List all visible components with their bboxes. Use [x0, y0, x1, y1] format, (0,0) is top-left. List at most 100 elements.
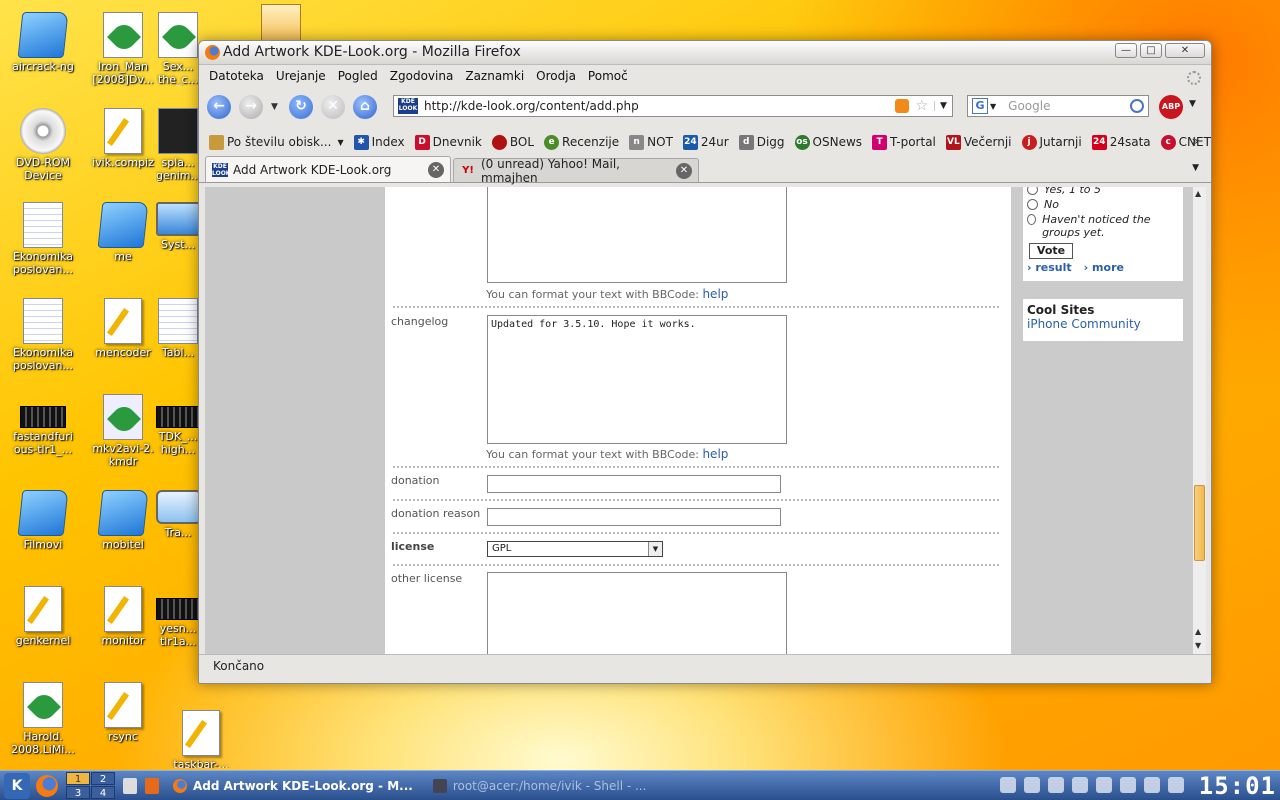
desktop-icon-ironman[interactable]: Iron_Man [2008]Dv... — [80, 12, 166, 86]
radio-button[interactable] — [1027, 214, 1037, 225]
scroll-up-icon[interactable]: ▲ — [1195, 627, 1201, 636]
bookmark-cnet[interactable]: c CNET — [1160, 134, 1211, 150]
desktop-icon-genkernel[interactable]: genkernel — [0, 586, 86, 647]
radio-button[interactable] — [1027, 187, 1038, 195]
description-textarea[interactable] — [487, 187, 787, 283]
menu-orodja[interactable]: Orodja — [536, 69, 576, 83]
poll-option[interactable]: Haven't noticed the groups yet. — [1027, 213, 1179, 239]
app-launcher-icon[interactable] — [145, 777, 159, 794]
more-link[interactable]: › more — [1084, 261, 1124, 274]
desktop-icon-filmovi[interactable]: Filmovi — [0, 490, 86, 551]
close-tab-icon[interactable]: ✕ — [428, 161, 444, 178]
desktop-icon-aircrack[interactable]: aircrack-ng — [0, 12, 86, 73]
desktop-icon-monitor[interactable]: monitor — [80, 586, 166, 647]
bookmark-most-visited[interactable]: Po številu obisk... ▼ — [209, 134, 344, 150]
url-text[interactable]: http://kde-look.org/content/add.php — [424, 99, 895, 113]
tab-yahoo-mail[interactable]: Y! (0 unread) Yahoo! Mail, mmajhen ✕ — [453, 157, 699, 185]
scroll-up-icon[interactable]: ▲ — [1195, 189, 1201, 198]
url-dropdown-icon[interactable]: ▼ — [934, 101, 952, 111]
desktop-icon-ekonomika-2[interactable]: Ekonomika poslovan... — [0, 298, 86, 372]
scroll-down-icon[interactable]: ▼ — [1195, 641, 1201, 650]
bookmark-tportal[interactable]: T T-portal — [872, 134, 936, 150]
desktop-icon-trash[interactable]: Tra... — [156, 490, 200, 539]
bookmark-index[interactable]: ✱ Index — [353, 134, 405, 150]
desktop-icon-taskbar[interactable]: taskbar-... — [158, 710, 244, 768]
bbcode-help-link[interactable]: help — [702, 287, 728, 301]
close-button[interactable]: ✕ — [1165, 43, 1205, 58]
desktop-3[interactable]: 3 — [66, 786, 90, 799]
bookmark-digg[interactable]: d Digg — [738, 134, 785, 150]
bookmarks-overflow-button[interactable]: » — [1192, 134, 1199, 148]
other-license-textarea[interactable] — [487, 572, 787, 654]
engine-dropdown-icon[interactable]: ▼ — [990, 102, 996, 111]
menu-zaznamki[interactable]: Zaznamki — [465, 69, 524, 83]
bookmark-24ur[interactable]: 24 24ur — [682, 134, 729, 150]
bookmark-osnews[interactable]: os OSNews — [794, 134, 862, 150]
desktop-icon-mkv2avi[interactable]: mkv2avi-2. kmdr — [80, 394, 166, 468]
menu-pogled[interactable]: Pogled — [338, 69, 378, 83]
url-bar[interactable]: KDE LOOK http://kde-look.org/content/add… — [393, 95, 953, 117]
firefox-launcher-icon[interactable] — [36, 774, 58, 797]
adblock-icon[interactable]: ABP — [1159, 95, 1183, 119]
vote-button[interactable]: Vote — [1029, 243, 1073, 259]
google-engine-icon[interactable]: G — [972, 98, 988, 114]
tab-list-dropdown-icon[interactable]: ▼ — [1192, 163, 1199, 173]
close-tab-icon[interactable]: ✕ — [676, 162, 692, 179]
poll-option[interactable]: No — [1027, 198, 1179, 211]
klipper-icon[interactable] — [1096, 777, 1112, 793]
bookmark-star-icon[interactable]: ☆ — [915, 98, 928, 114]
k-menu-button[interactable]: K — [4, 772, 30, 799]
menu-zgodovina[interactable]: Zgodovina — [390, 69, 454, 83]
desktop-icon-package[interactable] — [238, 4, 324, 40]
bookmark-bol[interactable]: BOL — [491, 134, 534, 150]
desktop-icon-tdk[interactable]: TDK_... high... — [156, 394, 200, 456]
tab-kde-look[interactable]: KDE LOOK Add Artwork KDE-Look.org ✕ — [205, 156, 451, 182]
desktop-icon-fastandfurious[interactable]: fastandfuri ous-tlr1_... — [0, 394, 86, 456]
desktop-1[interactable]: 1 — [66, 772, 90, 785]
audio-mixer-icon[interactable] — [1048, 777, 1064, 793]
radio-button[interactable] — [1027, 199, 1038, 210]
desktop-icon-me[interactable]: me — [80, 202, 166, 263]
menu-urejanje[interactable]: Urejanje — [276, 69, 326, 83]
desktop-icon-ivik[interactable]: ivik.compiz — [80, 108, 166, 169]
bookmark-24sata[interactable]: 24 24sata — [1091, 134, 1151, 150]
volume-icon[interactable] — [1072, 777, 1088, 793]
search-input[interactable]: Google — [1008, 99, 1130, 113]
search-bar[interactable]: G ▼ Google — [967, 95, 1149, 117]
minimize-button[interactable]: — — [1115, 43, 1137, 58]
desktop-icon-splash[interactable]: spla... genim... — [156, 108, 200, 182]
search-icon[interactable] — [1130, 99, 1144, 113]
notes-icon[interactable] — [1120, 777, 1136, 793]
desktop-icon-harold[interactable]: Harold. 2008.LiMi... — [0, 682, 86, 756]
battery-icon[interactable] — [1168, 777, 1184, 793]
vertical-scrollbar[interactable]: ▲ ▲ ▼ — [1192, 187, 1206, 654]
title-bar[interactable]: Add Artwork KDE-Look.org - Mozilla Firef… — [199, 41, 1211, 65]
forward-icon[interactable]: → — [239, 95, 263, 119]
poll-option[interactable]: Yes, 1 to 5 — [1027, 187, 1179, 196]
changelog-textarea[interactable]: Updated for 3.5.10. Hope it works. — [487, 315, 787, 444]
desktop-icon-yesman[interactable]: yesn... tlr1a... — [156, 586, 200, 648]
show-desktop-icon[interactable] — [123, 777, 137, 794]
history-dropdown-icon[interactable]: ▼ — [271, 102, 281, 112]
donation-reason-input[interactable] — [487, 508, 781, 526]
task-shell[interactable]: root@acer:/home/ivik - Shell - ... — [427, 773, 653, 799]
donation-input[interactable] — [487, 475, 781, 493]
menu-pomoc[interactable]: Pomoč — [588, 69, 628, 83]
bookmark-jutarnji[interactable]: j Jutarnji — [1021, 134, 1082, 150]
clock[interactable]: 15:01 — [1199, 771, 1276, 800]
desktop-2[interactable]: 2 — [91, 772, 115, 785]
bbcode-help-link[interactable]: help — [702, 447, 728, 461]
scrollbar-thumb[interactable] — [1194, 485, 1205, 561]
desktop-icon-dvd[interactable]: DVD-ROM Device — [0, 108, 86, 182]
home-icon[interactable]: ⌂ — [353, 95, 377, 119]
back-icon[interactable]: ← — [207, 95, 231, 119]
task-firefox[interactable]: Add Artwork KDE-Look.org - M... — [167, 773, 419, 799]
result-link[interactable]: › result — [1027, 261, 1072, 274]
desktop-icon-sex[interactable]: Sex... the_c... — [156, 12, 200, 86]
desktop-icon-system[interactable]: Syst... — [156, 202, 200, 251]
desktop-icon-mencoder[interactable]: mencoder — [80, 298, 166, 359]
desktop-icon-ekonomika-1[interactable]: Ekonomika poslovan... — [0, 202, 86, 276]
desktop-icon-mobitel[interactable]: mobitel — [80, 490, 166, 551]
desktop-4[interactable]: 4 — [91, 786, 115, 799]
network-icon[interactable] — [1000, 777, 1016, 793]
